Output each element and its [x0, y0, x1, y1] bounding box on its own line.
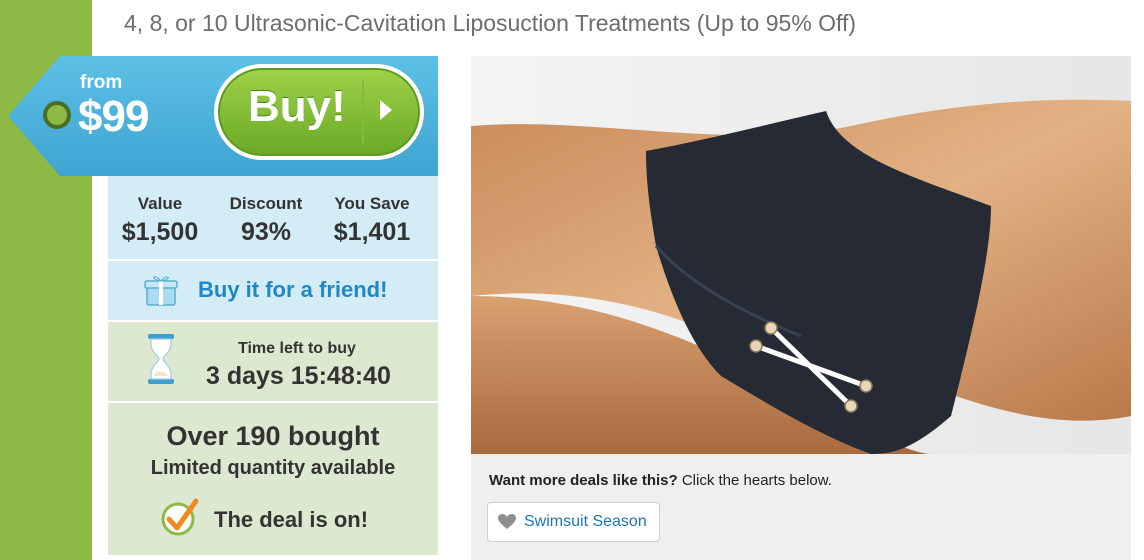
deal-price: $99: [78, 92, 149, 141]
deal-photo: [471, 56, 1131, 454]
hourglass-icon: [148, 334, 174, 384]
discount-column: Discount 93%: [220, 194, 312, 247]
heart-icon: [498, 514, 516, 530]
buy-arrow-icon: [380, 100, 392, 120]
timer-panel: Time left to buy 3 days 15:48:40: [108, 322, 438, 402]
deal-image: [471, 56, 1131, 454]
value-label: Value: [137, 194, 183, 213]
deal-title: 4, 8, or 10 Ultrasonic-Cavitation Liposu…: [124, 10, 857, 36]
limited-quantity: Limited quantity available: [150, 457, 396, 479]
check-icon: [161, 498, 199, 536]
gift-icon: [144, 276, 178, 306]
you-save-label: You Save: [334, 194, 410, 213]
more-deals-panel: Want more deals like this? Click the hea…: [471, 454, 1131, 560]
value-amount: $1,500: [121, 218, 199, 246]
more-deals-prompt-bold: Want more deals like this?: [489, 472, 678, 489]
discount-amount: 93%: [240, 218, 292, 246]
time-left-value: 3 days 15:48:40: [206, 362, 391, 390]
swimsuit-season-tag-label: Swimsuit Season: [524, 513, 647, 530]
value-panel: Value $1,500 Discount 93% You Save $1,40…: [108, 176, 438, 260]
gift-panel[interactable]: Buy it for a friend!: [108, 261, 438, 321]
you-save-column: You Save $1,401: [322, 194, 422, 247]
value-column: Value $1,500: [114, 194, 206, 247]
from-label: from: [80, 72, 123, 93]
swimsuit-season-tag-button[interactable]: Swimsuit Season: [487, 502, 660, 542]
sales-panel: Over 190 bought Limited quantity availab…: [108, 403, 438, 555]
tag-hole: [43, 101, 71, 129]
deal-status: The deal is on!: [214, 507, 369, 532]
you-save-amount: $1,401: [333, 218, 411, 246]
discount-label: Discount: [229, 194, 303, 213]
price-tag: from $99 Buy!: [8, 56, 438, 176]
buy-button-divider: [362, 80, 364, 144]
more-deals-prompt-rest: Click the hearts below.: [677, 472, 832, 489]
bought-count: Over 190 bought: [166, 421, 380, 451]
buy-button-label: Buy!: [248, 82, 346, 131]
buy-button[interactable]: Buy!: [214, 64, 424, 160]
time-left-label: Time left to buy: [238, 340, 356, 357]
more-deals-prompt: Want more deals like this? Click the hea…: [489, 472, 832, 489]
buy-for-friend-link[interactable]: Buy it for a friend!: [198, 277, 387, 303]
